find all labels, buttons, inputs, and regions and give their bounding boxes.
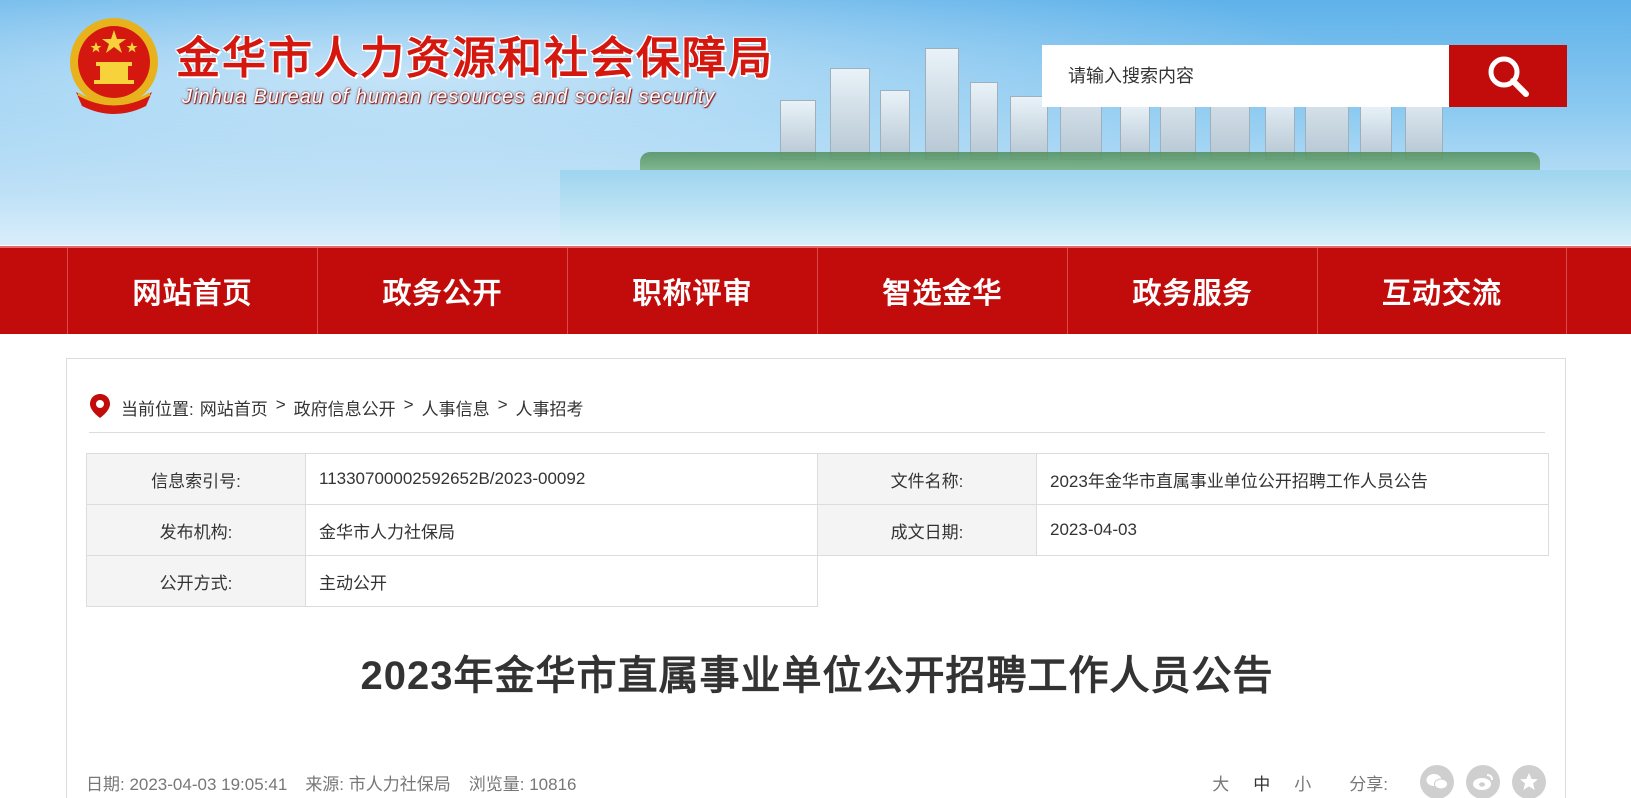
search-input[interactable] xyxy=(1042,45,1449,107)
nav-items: 网站首页 政务公开 职称评审 智选金华 政务服务 互动交流 xyxy=(67,248,1567,334)
national-emblem-icon xyxy=(70,18,158,114)
share-label: 分享: xyxy=(1349,774,1388,794)
nav-item-government-affairs[interactable]: 政务公开 xyxy=(317,248,567,334)
nav-item-home[interactable]: 网站首页 xyxy=(67,248,317,334)
wechat-icon[interactable] xyxy=(1420,765,1454,798)
article-info-bar: 日期: 2023-04-03 19:05:41 来源: 市人力社保局 浏览量: … xyxy=(86,765,1546,798)
article-title: 2023年金华市直属事业单位公开招聘工作人员公告 xyxy=(360,654,1274,698)
filename-label: 文件名称: xyxy=(817,453,1037,505)
weibo-icon[interactable] xyxy=(1466,765,1500,798)
font-size-large-button[interactable]: 大 xyxy=(1212,770,1229,795)
nav-item-government-services[interactable]: 政务服务 xyxy=(1067,248,1317,334)
index-label: 信息索引号: xyxy=(86,453,306,505)
search-button[interactable] xyxy=(1449,45,1567,107)
font-size-small-button[interactable]: 小 xyxy=(1294,770,1311,795)
date-value: 2023-04-03 xyxy=(1036,504,1549,556)
breadcrumb-separator: > xyxy=(403,395,414,414)
table-row: 发布机构: 金华市人力社保局 成文日期: 2023-04-03 xyxy=(86,504,1549,556)
article-date: 日期: 2023-04-03 19:05:41 xyxy=(86,774,288,794)
site-title: 金华市人力资源和社会保障局 xyxy=(176,33,774,84)
breadcrumb-link-home[interactable]: 网站首页 xyxy=(200,395,268,420)
table-row: 公开方式: 主动公开 xyxy=(86,555,1549,607)
article-source: 来源: 市人力社保局 xyxy=(305,774,451,794)
disclosure-label: 公开方式: xyxy=(86,555,306,607)
breadcrumb-link-personnel-exam[interactable]: 人事招考 xyxy=(516,395,584,420)
breadcrumb-prefix: 当前位置: xyxy=(121,400,194,419)
article-views: 浏览量: 10816 xyxy=(468,774,577,794)
document-meta-table: 信息索引号: 11330700002592652B/2023-00092 文件名… xyxy=(86,453,1549,607)
breadcrumb-link-personnel-info[interactable]: 人事信息 xyxy=(422,395,490,420)
nav-item-title-review[interactable]: 职称评审 xyxy=(567,248,817,334)
font-size-medium-button[interactable]: 中 xyxy=(1253,770,1270,795)
header-banner: 金华市人力资源和社会保障局 Jinhua Bureau of human res… xyxy=(0,0,1631,245)
breadcrumb-separator: > xyxy=(497,395,508,414)
publisher-value: 金华市人力社保局 xyxy=(305,504,818,556)
index-value: 11330700002592652B/2023-00092 xyxy=(305,453,818,505)
favorite-icon[interactable] xyxy=(1512,765,1546,798)
publisher-label: 发布机构: xyxy=(86,504,306,556)
banner-river xyxy=(560,170,1631,245)
empty-cell xyxy=(818,556,1549,607)
nav-item-interaction[interactable]: 互动交流 xyxy=(1317,248,1567,334)
filename-value: 2023年金华市直属事业单位公开招聘工作人员公告 xyxy=(1036,453,1549,505)
article-tools: 大 中 小 分享: xyxy=(1200,765,1546,798)
main-nav: 网站首页 政务公开 职称评审 智选金华 政务服务 互动交流 xyxy=(0,246,1631,334)
breadcrumb-separator: > xyxy=(275,395,286,414)
date-label: 成文日期: xyxy=(817,504,1037,556)
content-panel: 当前位置: 网站首页 > 政府信息公开 > 人事信息 > 人事招考 信息索引号:… xyxy=(66,358,1566,798)
table-row: 信息索引号: 11330700002592652B/2023-00092 文件名… xyxy=(86,453,1549,505)
search-icon xyxy=(1488,56,1529,97)
location-pin-icon xyxy=(90,394,110,418)
site-subtitle: Jinhua Bureau of human resources and soc… xyxy=(182,86,716,108)
breadcrumb: 当前位置: 网站首页 > 政府信息公开 > 人事信息 > 人事招考 xyxy=(89,394,1545,433)
disclosure-value: 主动公开 xyxy=(305,555,818,607)
nav-item-smart-jinhua[interactable]: 智选金华 xyxy=(817,248,1067,334)
breadcrumb-link-gov-info[interactable]: 政府信息公开 xyxy=(294,395,396,420)
